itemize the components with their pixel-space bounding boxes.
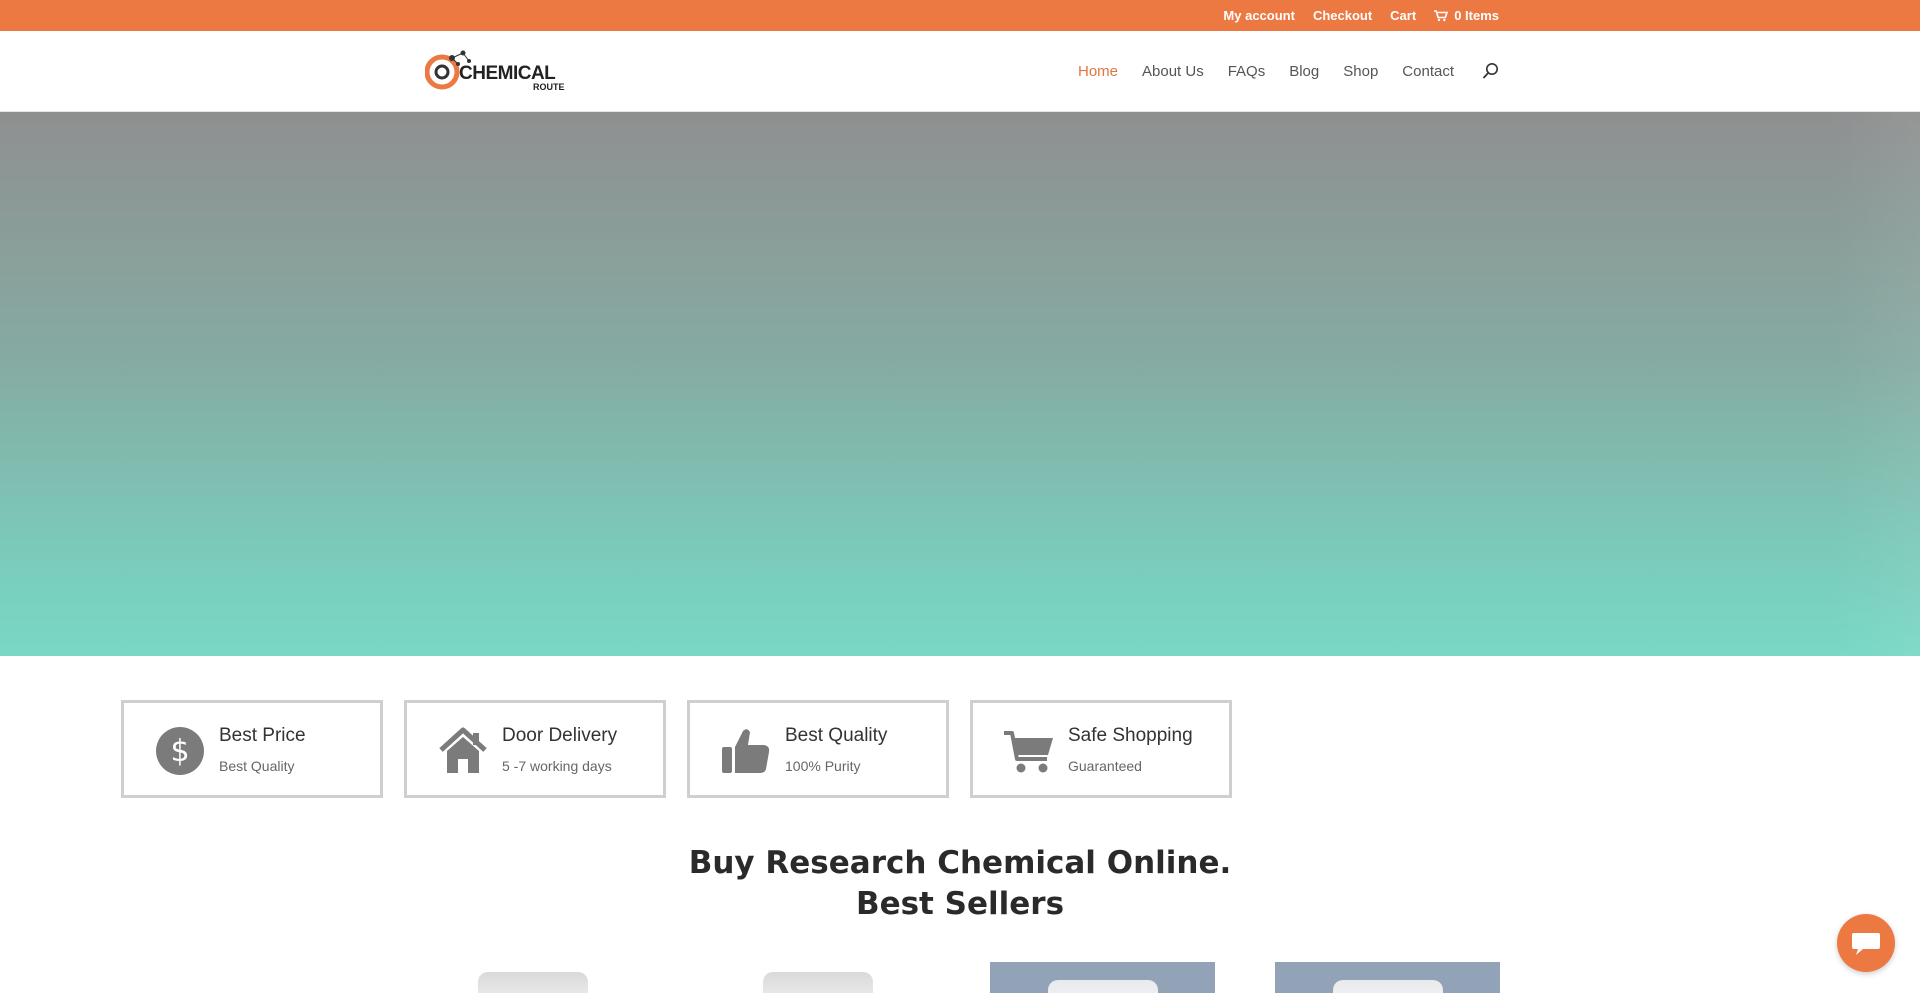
feature-title: Door Delivery	[502, 725, 618, 746]
product-card[interactable]	[1275, 962, 1500, 993]
nav-shop[interactable]: Shop	[1343, 63, 1378, 80]
product-image	[1332, 980, 1443, 993]
feature-best-price: $ Best Price Best Quality	[121, 700, 383, 798]
top-bar-links: My account Checkout Cart 0 Items	[1223, 0, 1499, 31]
chat-button[interactable]	[1837, 914, 1895, 972]
product-image	[1047, 980, 1158, 993]
product-image	[762, 972, 873, 993]
feature-title: Safe Shopping	[1068, 725, 1193, 746]
main-nav: Home About Us FAQs Blog Shop Contact	[1078, 31, 1500, 111]
feature-door-delivery: Door Delivery 5 -7 working days	[404, 700, 666, 798]
feature-best-quality: Best Quality 100% Purity	[687, 700, 949, 798]
nav-home[interactable]: Home	[1078, 63, 1118, 80]
nav-about-us[interactable]: About Us	[1142, 63, 1204, 80]
cart-link[interactable]: Cart	[1390, 8, 1416, 23]
top-bar: My account Checkout Cart 0 Items	[0, 0, 1920, 31]
section-headline: Buy Research Chemical Online. Best Selle…	[0, 843, 1920, 925]
svg-text:$: $	[170, 734, 189, 769]
product-card[interactable]	[705, 962, 930, 993]
product-grid	[420, 962, 1500, 993]
shopping-cart-icon	[1004, 731, 1053, 773]
product-card[interactable]	[990, 962, 1215, 993]
dollar-icon: $	[156, 727, 204, 775]
checkout-link[interactable]: Checkout	[1313, 8, 1372, 23]
nav-faqs[interactable]: FAQs	[1228, 63, 1266, 80]
feature-boxes: $ Best Price Best Quality Door Delivery …	[121, 700, 1232, 798]
site-logo[interactable]: CHEMICAL ROUTE	[425, 49, 577, 93]
feature-subtitle: 100% Purity	[785, 758, 861, 774]
feature-subtitle: Best Quality	[219, 758, 295, 774]
product-card[interactable]	[420, 962, 645, 993]
nav-blog[interactable]: Blog	[1289, 63, 1319, 80]
my-account-link[interactable]: My account	[1223, 8, 1295, 23]
feature-subtitle: Guaranteed	[1068, 758, 1142, 774]
feature-subtitle: 5 -7 working days	[502, 758, 612, 774]
headline-line-1: Buy Research Chemical Online.	[688, 845, 1232, 881]
logo-subtext: ROUTE	[533, 82, 565, 92]
feature-safe-shopping: Safe Shopping Guaranteed	[970, 700, 1232, 798]
site-header: CHEMICAL ROUTE Home About Us FAQs Blog S…	[0, 31, 1920, 112]
nav-contact[interactable]: Contact	[1402, 63, 1454, 80]
feature-title: Best Price	[219, 725, 306, 746]
hero-edge-fade	[1830, 112, 1920, 656]
product-image	[477, 972, 588, 993]
hero-banner	[0, 112, 1920, 656]
cart-count-label: 0 Items	[1454, 8, 1499, 23]
headline-line-2: Best Sellers	[855, 886, 1065, 922]
house-icon	[439, 727, 487, 773]
thumbs-up-icon	[722, 729, 770, 773]
cart-items-link[interactable]: 0 Items	[1434, 8, 1499, 23]
chat-icon	[1852, 933, 1880, 955]
feature-title: Best Quality	[785, 725, 888, 746]
cart-icon	[1434, 9, 1449, 21]
search-icon[interactable]	[1482, 62, 1500, 80]
